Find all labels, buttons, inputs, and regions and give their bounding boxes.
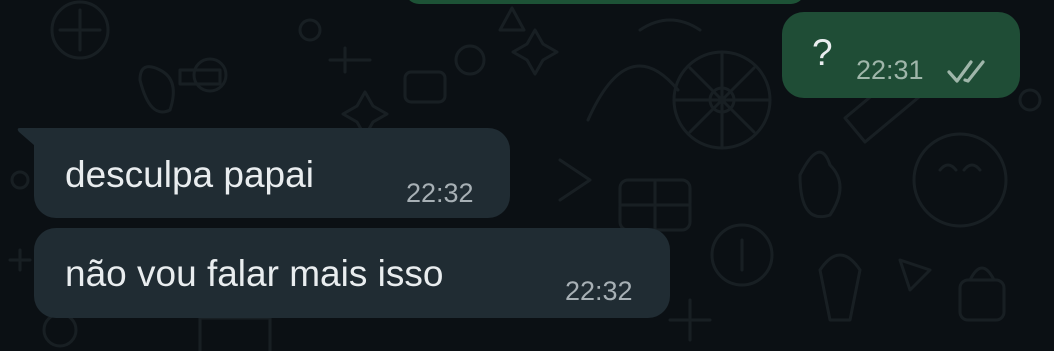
previous-message-edge <box>405 0 805 4</box>
outgoing-message-bubble[interactable]: ? 22:31 <box>782 12 1020 98</box>
message-text: não vou falar mais isso <box>65 253 444 294</box>
message-text: ? <box>812 32 833 73</box>
incoming-message-bubble[interactable]: não vou falar mais isso 22:32 <box>34 228 670 318</box>
double-check-icon <box>947 60 985 83</box>
incoming-message-bubble[interactable]: desculpa papai 22:32 <box>34 128 510 218</box>
message-time: 22:32 <box>565 276 633 306</box>
message-time: 22:31 <box>856 55 924 85</box>
message-time: 22:32 <box>406 178 474 208</box>
message-text: desculpa papai <box>65 154 314 195</box>
